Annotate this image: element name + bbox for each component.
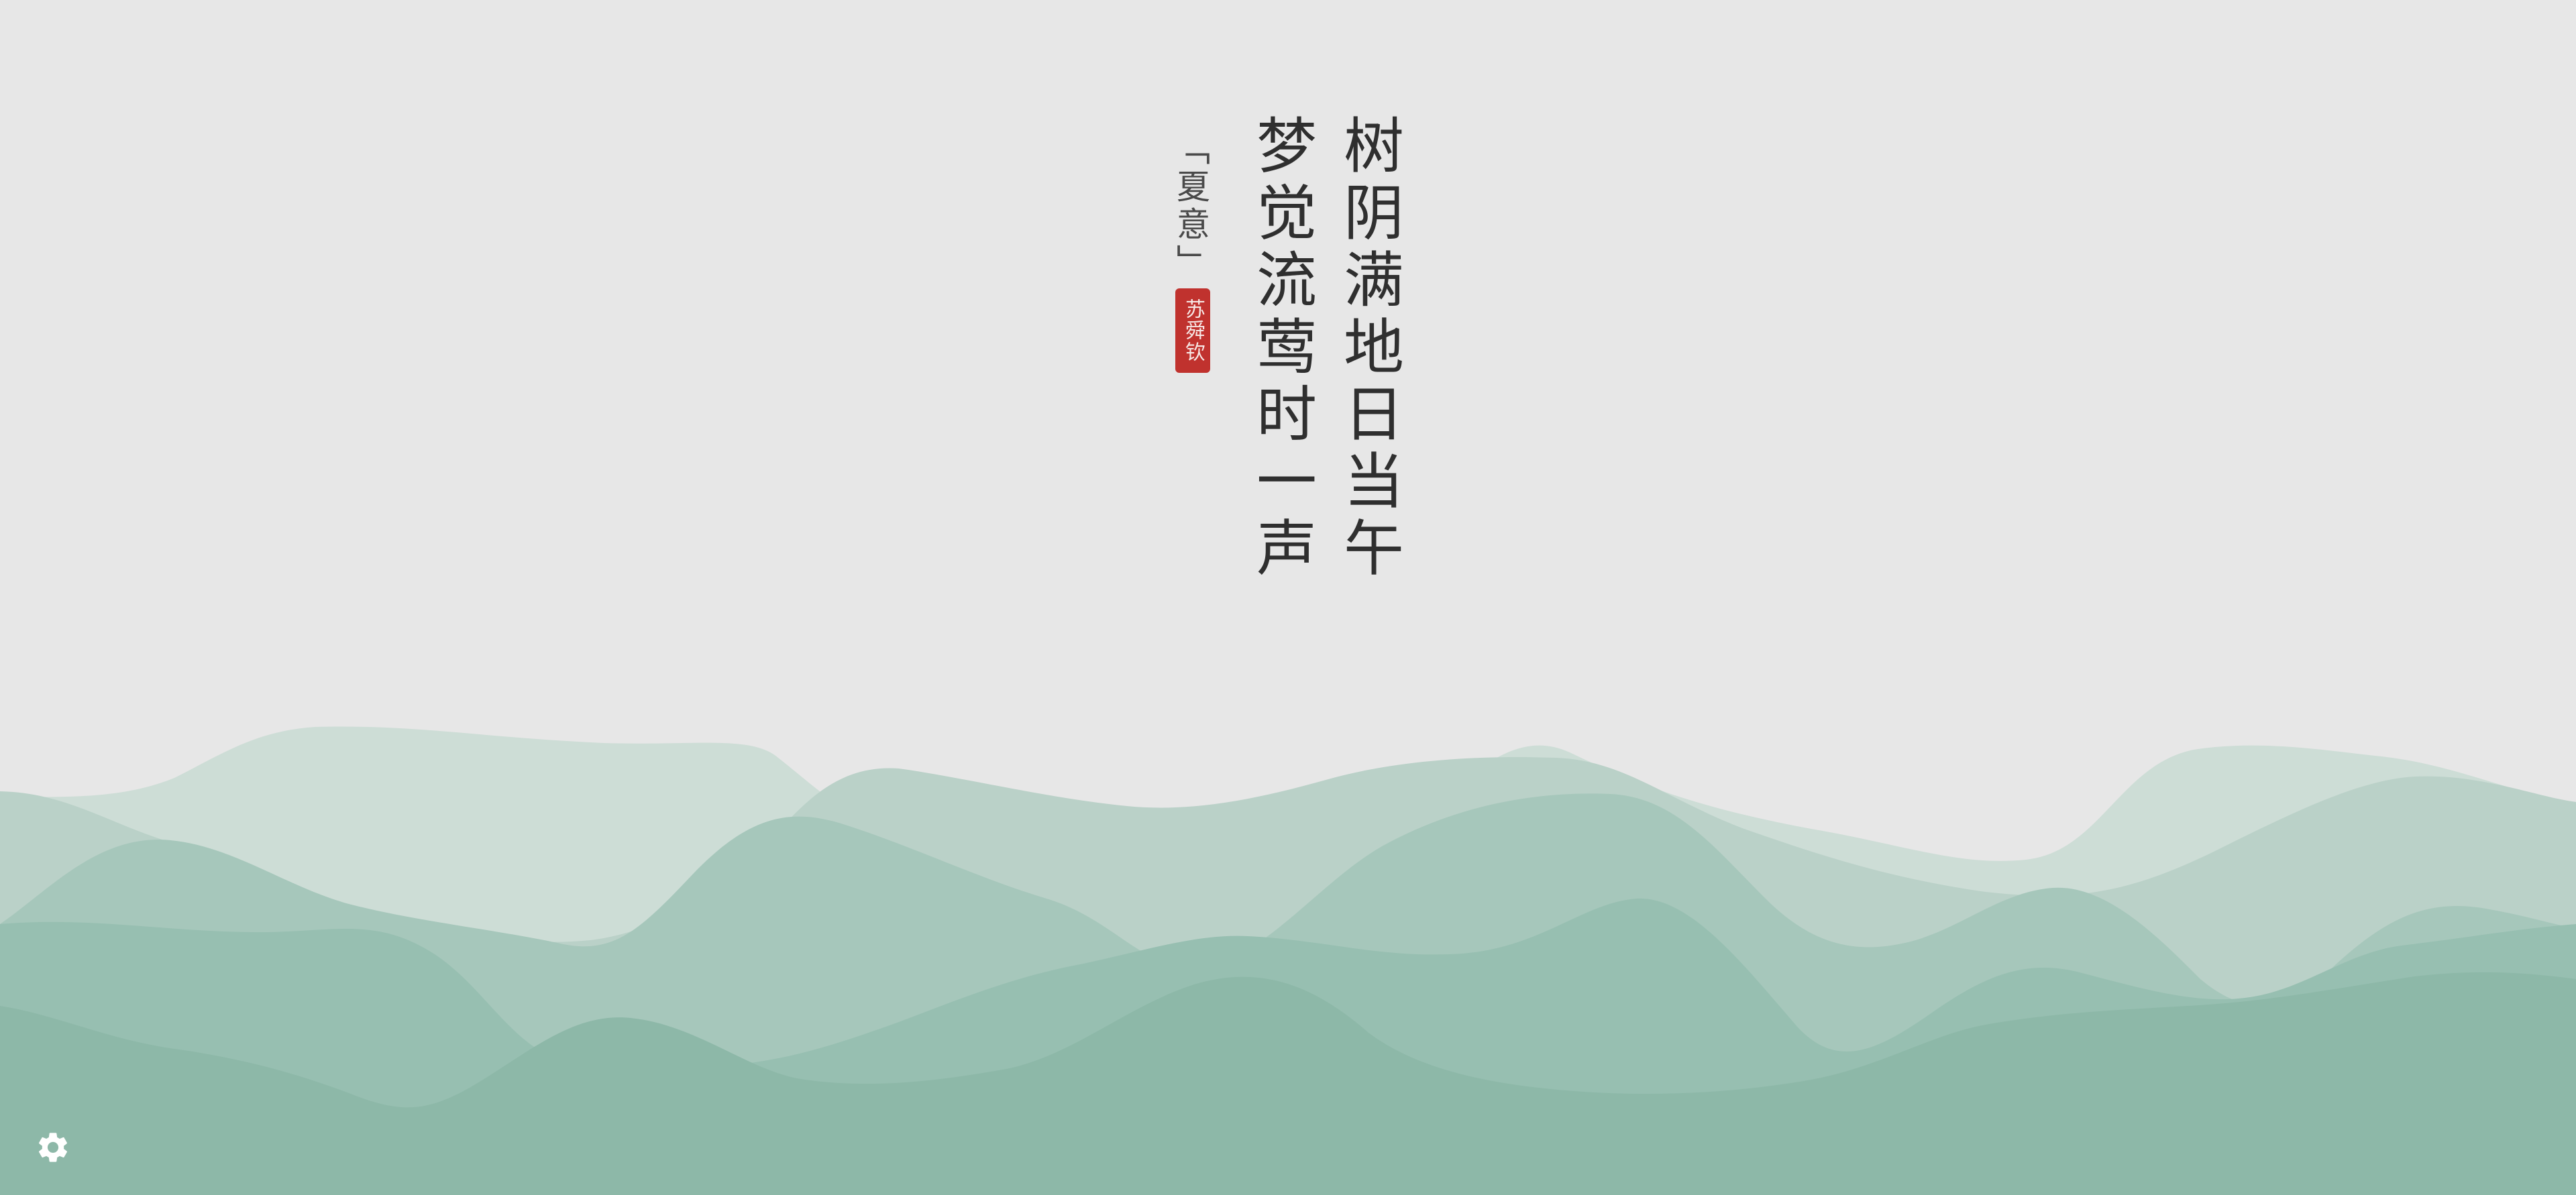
poem-line-2: 梦觉流莺时一声	[1246, 114, 1316, 583]
poem-line-1: 树阴满地日当午	[1333, 114, 1403, 583]
poem-screen: 树阴满地日当午 梦觉流莺时一声 「夏意」 苏舜钦	[0, 0, 2576, 1195]
settings-button[interactable]	[35, 1129, 71, 1165]
gear-icon	[38, 1133, 68, 1162]
author-seal: 苏舜钦	[1175, 288, 1210, 373]
poem-block: 树阴满地日当午 梦觉流莺时一声 「夏意」 苏舜钦	[0, 0, 2576, 1195]
author-name: 苏舜钦	[1181, 298, 1205, 363]
poem-title: 「夏意」	[1171, 131, 1210, 282]
